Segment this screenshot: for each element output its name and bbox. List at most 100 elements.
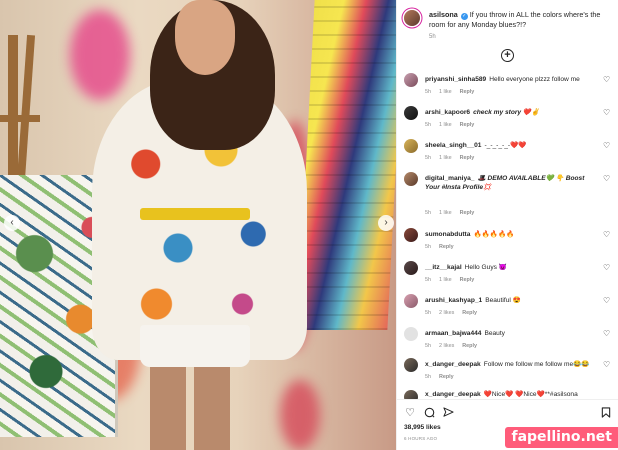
comment-username[interactable]: arushi_kashyap_1 bbox=[425, 297, 482, 304]
commenter-avatar[interactable] bbox=[404, 358, 418, 372]
heart-icon[interactable]: ♡ bbox=[603, 361, 611, 369]
heart-icon[interactable]: ♡ bbox=[603, 231, 611, 239]
abstract-canvas-right bbox=[297, 0, 396, 330]
post-date: 6 HOURS AGO bbox=[404, 436, 438, 441]
commenter-avatar[interactable] bbox=[404, 390, 418, 399]
comment-time: 5h bbox=[425, 122, 431, 128]
comment-username[interactable]: sumonabdutta bbox=[425, 231, 470, 238]
comment-time: 5h bbox=[425, 89, 431, 95]
post-caption: asilsona ✓ If you throw in ALL the colors … bbox=[397, 0, 618, 40]
commenter-avatar[interactable] bbox=[404, 327, 418, 341]
comment-likes[interactable]: 2 likes bbox=[439, 343, 454, 349]
heart-icon[interactable]: ♡ bbox=[603, 76, 611, 84]
post-photo: ‹ › bbox=[0, 0, 396, 450]
comment: digital_maniya_ 🎩 DEMO AVAILABLE💚 👇 Boost… bbox=[397, 172, 618, 220]
comment-likes[interactable]: 1 like bbox=[439, 277, 452, 283]
caption-time: 5h bbox=[429, 34, 436, 40]
reply-button[interactable]: Reply bbox=[460, 155, 475, 161]
comment-username[interactable]: x_danger_deepak bbox=[425, 391, 481, 398]
author-username[interactable]: asilsona bbox=[429, 10, 458, 19]
comment: armaan_bajwa444 Beauty 5h 2 likes Reply ♡ bbox=[397, 327, 618, 361]
comment-username[interactable]: arshi_kapoor6 bbox=[425, 109, 470, 116]
comment-text: Beautiful 😍 bbox=[485, 297, 521, 304]
heart-icon[interactable]: ♡ bbox=[603, 264, 611, 272]
comment-text: Hello everyone plzzz follow me bbox=[489, 76, 580, 83]
comment-text: Follow me follow me follow me😂😂 bbox=[483, 361, 590, 368]
comment-likes[interactable]: 2 likes bbox=[439, 310, 454, 316]
comment-username[interactable]: x_danger_deepak bbox=[425, 361, 481, 368]
comment-likes[interactable]: 1 like bbox=[439, 89, 452, 95]
caption-text: asilsona ✓ If you throw in ALL the colors … bbox=[429, 10, 615, 29]
watermark-logo: fapellino.net bbox=[505, 427, 618, 448]
reply-button[interactable]: Reply bbox=[460, 277, 475, 283]
comment-likes[interactable]: 1 like bbox=[439, 155, 452, 161]
comment-text: ❤️Nice❤️ ❤️Nice❤️**#asilsona bbox=[483, 391, 578, 398]
commenter-avatar[interactable] bbox=[404, 228, 418, 242]
reply-button[interactable]: Reply bbox=[460, 210, 475, 216]
comment-time: 5h bbox=[425, 155, 431, 161]
comment-text: Beauty bbox=[484, 330, 505, 337]
reply-button[interactable]: Reply bbox=[439, 244, 454, 250]
likes-count[interactable]: 38,995 likes bbox=[404, 424, 441, 431]
comment-time: 5h bbox=[425, 244, 431, 250]
heart-icon[interactable]: ♡ bbox=[603, 109, 611, 117]
comment-time: 5h bbox=[425, 210, 431, 216]
author-avatar[interactable] bbox=[404, 10, 420, 26]
commenter-avatar[interactable] bbox=[404, 106, 418, 120]
comment-username[interactable]: __itz__kajal bbox=[425, 264, 462, 271]
comment-text: -_-_-_-_-❤️❤️ bbox=[484, 142, 527, 149]
plus-circle-icon[interactable]: + bbox=[501, 49, 514, 62]
comment: x_danger_deepak ❤️Nice❤️ ❤️Nice❤️**#asils… bbox=[397, 390, 618, 399]
heart-icon[interactable]: ♡ bbox=[603, 297, 611, 305]
reply-button[interactable]: Reply bbox=[439, 374, 454, 380]
reply-button[interactable]: Reply bbox=[460, 122, 475, 128]
comment: sheela_singh__01 -_-_-_-_-❤️❤️ 5h 1 like Re… bbox=[397, 139, 618, 173]
commenter-avatar[interactable] bbox=[404, 73, 418, 87]
comment-time: 5h bbox=[425, 374, 431, 380]
comments-panel: asilsona ✓ If you throw in ALL the colors … bbox=[396, 0, 618, 450]
comment-icon[interactable] bbox=[423, 407, 435, 419]
chevron-right-icon[interactable]: › bbox=[378, 215, 394, 231]
chevron-left-icon[interactable]: ‹ bbox=[4, 215, 20, 231]
woman-shorts bbox=[140, 325, 250, 367]
comment-text: check my story ❤️✌️ bbox=[473, 109, 540, 116]
action-bar: ♡ bbox=[397, 399, 618, 425]
comment: sumonabdutta 🔥🔥🔥🔥🔥 5h Reply ♡ bbox=[397, 228, 618, 262]
commenter-avatar[interactable] bbox=[404, 294, 418, 308]
comment-time: 5h bbox=[425, 343, 431, 349]
easel-leg bbox=[16, 34, 36, 181]
heart-icon[interactable]: ♡ bbox=[603, 175, 611, 183]
bookmark-icon[interactable] bbox=[600, 407, 612, 419]
reply-button[interactable]: Reply bbox=[460, 89, 475, 95]
commenter-avatar[interactable] bbox=[404, 139, 418, 153]
easel-bar bbox=[0, 115, 40, 122]
easel-leg bbox=[8, 35, 18, 180]
comment-username[interactable]: priyanshi_sinha589 bbox=[425, 76, 486, 83]
woman-belt bbox=[140, 208, 250, 220]
heart-icon[interactable]: ♡ bbox=[404, 407, 416, 419]
paint-splash bbox=[70, 10, 130, 100]
verified-badge-icon: ✓ bbox=[460, 13, 468, 20]
woman-face bbox=[175, 0, 235, 75]
comment-text: 🔥🔥🔥🔥🔥 bbox=[473, 231, 515, 238]
comment: arushi_kashyap_1 Beautiful 😍 5h 2 likes Rep… bbox=[397, 294, 618, 328]
comment-time: 5h bbox=[425, 310, 431, 316]
comment: priyanshi_sinha589 Hello everyone plzzz f… bbox=[397, 73, 618, 107]
comment: arshi_kapoor6 check my story ❤️✌️ 5h 1 lik… bbox=[397, 106, 618, 140]
comment: __itz__kajal Hello Guys 😈 5h 1 like Reply ♡ bbox=[397, 261, 618, 295]
comment-username[interactable]: armaan_bajwa444 bbox=[425, 330, 481, 337]
comment-likes[interactable]: 1 like bbox=[439, 122, 452, 128]
comment-likes[interactable]: 1 like bbox=[439, 210, 452, 216]
comment-text: Hello Guys 😈 bbox=[464, 264, 507, 271]
comment: x_danger_deepak Follow me follow me follo… bbox=[397, 358, 618, 392]
reply-button[interactable]: Reply bbox=[462, 343, 477, 349]
reply-button[interactable]: Reply bbox=[462, 310, 477, 316]
commenter-avatar[interactable] bbox=[404, 172, 418, 186]
heart-icon[interactable]: ♡ bbox=[603, 330, 611, 338]
comment-username[interactable]: sheela_singh__01 bbox=[425, 142, 481, 149]
paint-splash bbox=[280, 380, 320, 450]
comment-username[interactable]: digital_maniya_ bbox=[425, 175, 474, 182]
commenter-avatar[interactable] bbox=[404, 261, 418, 275]
heart-icon[interactable]: ♡ bbox=[603, 142, 611, 150]
share-icon[interactable] bbox=[442, 407, 454, 419]
